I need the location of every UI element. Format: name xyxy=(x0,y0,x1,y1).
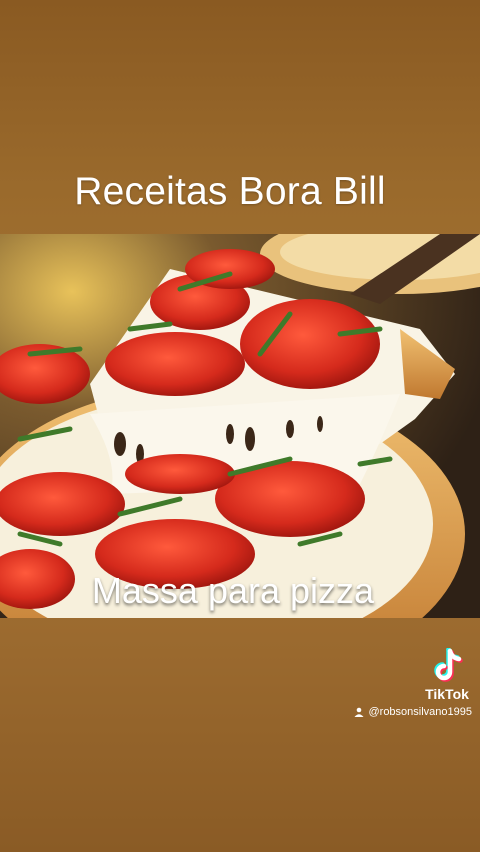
creator-handle: @robsonsilvano1995 xyxy=(354,706,472,718)
video-title: Receitas Bora Bill xyxy=(74,170,386,213)
video-caption: Massa para pizza xyxy=(91,570,375,611)
tiktok-brand-label: TikTok xyxy=(425,686,469,702)
pizza-photo xyxy=(0,234,480,618)
creator-handle-text: @robsonsilvano1995 xyxy=(368,706,472,718)
user-icon xyxy=(354,707,364,717)
tiktok-logo-icon xyxy=(418,647,478,689)
